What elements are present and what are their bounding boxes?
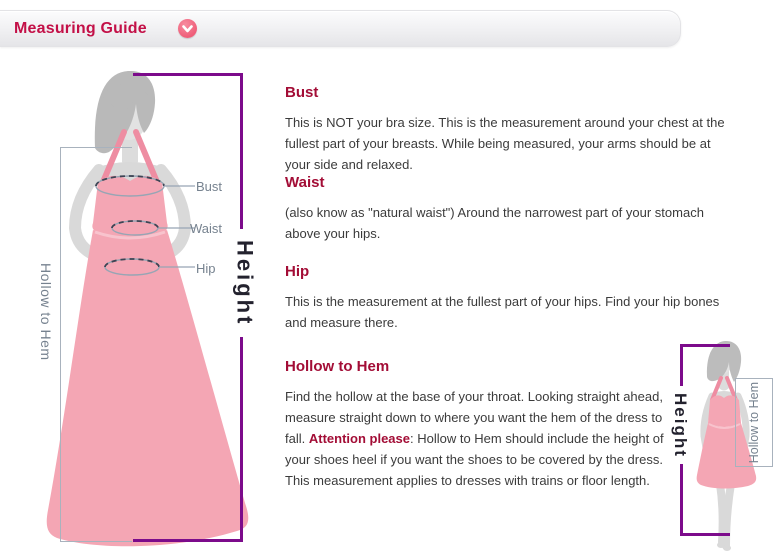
bust-label: Bust: [196, 179, 222, 194]
section-body-waist: (also know as "natural waist") Around th…: [285, 202, 725, 244]
small-figure-right-foot: [723, 545, 731, 551]
height-label: Height: [226, 229, 263, 337]
waist-label: Waist: [190, 221, 222, 236]
chevron-down-icon: [178, 19, 197, 38]
section-body-hollow-to-hem: Find the hollow at the base of your thro…: [285, 386, 677, 491]
attention-label: Attention please: [309, 431, 410, 446]
section-body-bust: This is NOT your bra size. This is the m…: [285, 112, 725, 175]
collapse-section-button[interactable]: [178, 19, 197, 38]
section-heading-bust: Bust: [285, 84, 725, 101]
measuring-guide-page: Measuring Guide: [0, 0, 778, 553]
section-heading-hip: Hip: [285, 263, 725, 280]
section-body-hip: This is the measurement at the fullest p…: [285, 291, 725, 333]
section-heading-hollow-to-hem: Hollow to Hem: [285, 358, 677, 375]
hollow-to-hem-label: Hollow to Hem: [36, 244, 56, 380]
section-waist: Waist (also know as "natural waist") Aro…: [285, 174, 725, 244]
small-height-label: Height: [664, 386, 696, 464]
section-bust: Bust This is NOT your bra size. This is …: [285, 84, 725, 175]
measuring-guide-header: Measuring Guide: [0, 10, 681, 47]
page-title: Measuring Guide: [14, 11, 147, 46]
small-hollow-to-hem-label: Hollow to Hem: [747, 382, 761, 463]
hip-label: Hip: [196, 261, 216, 276]
small-hollow-to-hem-box: Hollow to Hem: [735, 378, 773, 467]
section-hollow-to-hem: Hollow to Hem Find the hollow at the bas…: [285, 358, 677, 491]
section-heading-waist: Waist: [285, 174, 725, 191]
hollow-to-hem-bracket: [60, 147, 132, 542]
section-hip: Hip This is the measurement at the fulle…: [285, 263, 725, 333]
